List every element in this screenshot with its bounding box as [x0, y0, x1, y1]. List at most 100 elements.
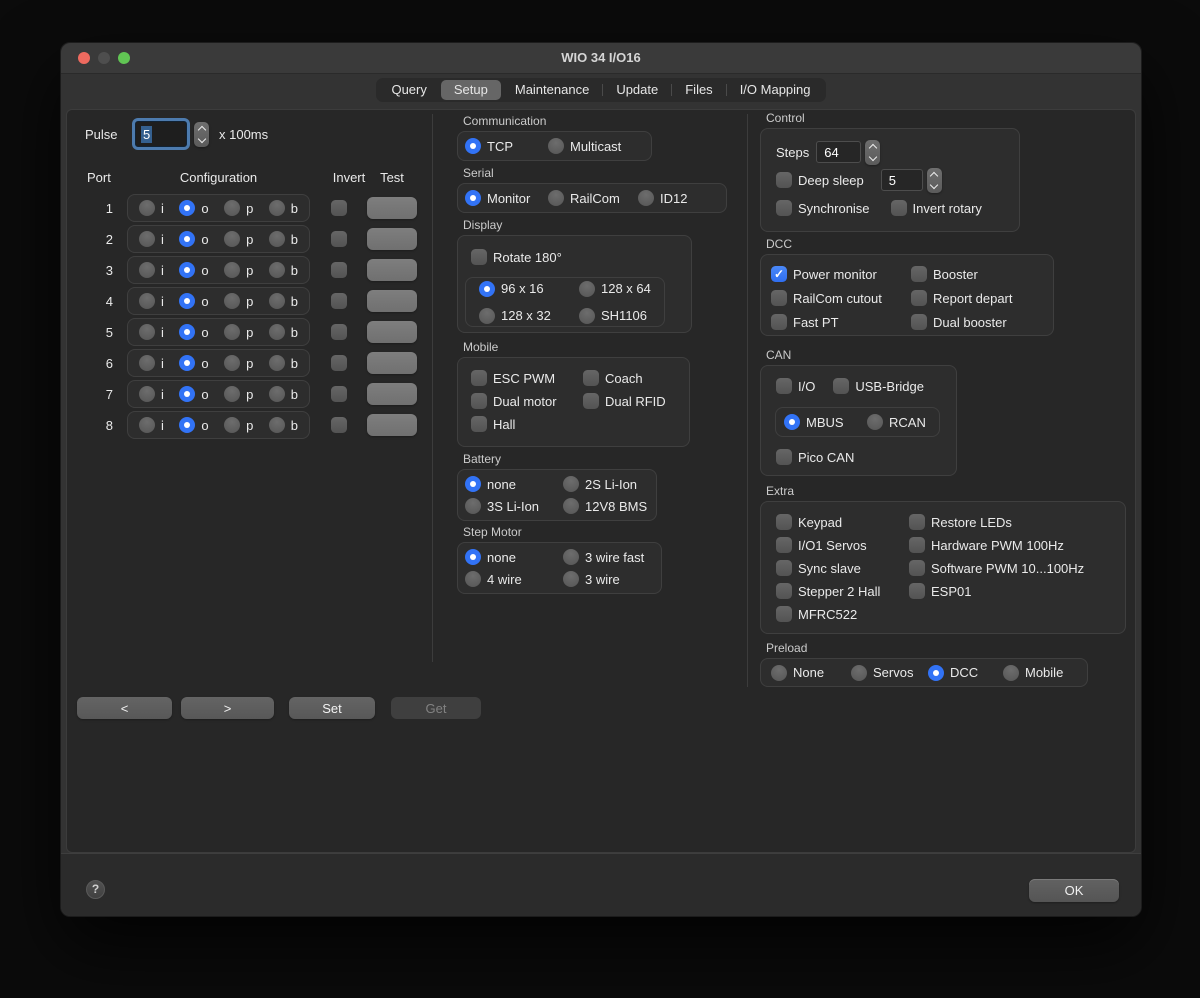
- checkbox-control[interactable]: [911, 290, 927, 306]
- radio-option-p[interactable]: p: [224, 293, 253, 309]
- radio-option-none[interactable]: None: [771, 665, 851, 681]
- checkbox-control[interactable]: [776, 560, 792, 576]
- test-button[interactable]: [367, 352, 417, 374]
- radio-option-p[interactable]: p: [224, 200, 253, 216]
- checkbox-control[interactable]: [776, 537, 792, 553]
- radio-option-sh1106[interactable]: SH1106: [579, 308, 664, 324]
- checkbox-option-synchronise[interactable]: Synchronise: [776, 200, 870, 216]
- radio-control[interactable]: [139, 386, 155, 402]
- checkbox-control[interactable]: [891, 200, 907, 216]
- radio-option-o[interactable]: o: [179, 417, 208, 433]
- checkbox-control[interactable]: [471, 249, 487, 265]
- radio-control[interactable]: [465, 571, 481, 587]
- radio-control[interactable]: [465, 498, 481, 514]
- radio-control[interactable]: [851, 665, 867, 681]
- radio-control[interactable]: [139, 293, 155, 309]
- checkbox-control[interactable]: [471, 370, 487, 386]
- checkbox-option-report-depart[interactable]: Report depart: [911, 290, 1053, 306]
- radio-control[interactable]: [269, 386, 285, 402]
- deep-sleep-input[interactable]: 5: [881, 169, 923, 191]
- radio-option-3-wire-fast[interactable]: 3 wire fast: [563, 549, 661, 565]
- radio-option-i[interactable]: i: [139, 417, 164, 433]
- checkbox-control[interactable]: [776, 449, 792, 465]
- test-button[interactable]: [367, 321, 417, 343]
- invert-checkbox[interactable]: [331, 262, 347, 278]
- checkbox-option-invert-rotary[interactable]: Invert rotary: [891, 200, 982, 216]
- radio-option-i[interactable]: i: [139, 231, 164, 247]
- radio-control[interactable]: [928, 665, 944, 681]
- radio-control[interactable]: [139, 231, 155, 247]
- radio-option-o[interactable]: o: [179, 386, 208, 402]
- radio-option-o[interactable]: o: [179, 200, 208, 216]
- tab-update[interactable]: Update: [603, 80, 671, 100]
- radio-control[interactable]: [771, 665, 787, 681]
- checkbox-option-dual-booster[interactable]: Dual booster: [911, 314, 1053, 330]
- radio-control[interactable]: [139, 262, 155, 278]
- radio-option-p[interactable]: p: [224, 324, 253, 340]
- radio-option-monitor[interactable]: Monitor: [465, 190, 548, 206]
- invert-checkbox[interactable]: [331, 200, 347, 216]
- checkbox-control[interactable]: [909, 537, 925, 553]
- checkbox-option-usb-bridge[interactable]: USB-Bridge: [833, 378, 924, 394]
- radio-option-o[interactable]: o: [179, 355, 208, 371]
- invert-checkbox[interactable]: [331, 324, 347, 340]
- checkbox-control[interactable]: [471, 393, 487, 409]
- radio-option-none[interactable]: none: [465, 476, 563, 492]
- radio-control[interactable]: [224, 231, 240, 247]
- pulse-input[interactable]: 5: [135, 121, 187, 147]
- help-button[interactable]: ?: [86, 880, 105, 899]
- radio-control[interactable]: [139, 417, 155, 433]
- radio-control[interactable]: [269, 293, 285, 309]
- radio-control[interactable]: [784, 414, 800, 430]
- checkbox-option-hall[interactable]: Hall: [471, 416, 583, 432]
- invert-checkbox[interactable]: [331, 293, 347, 309]
- checkbox-control[interactable]: [771, 314, 787, 330]
- radio-option-3s-li-ion[interactable]: 3S Li-Ion: [465, 498, 563, 514]
- radio-control[interactable]: [179, 417, 195, 433]
- checkbox-control[interactable]: [776, 172, 792, 188]
- radio-control[interactable]: [224, 293, 240, 309]
- radio-control[interactable]: [224, 417, 240, 433]
- radio-control[interactable]: [179, 324, 195, 340]
- radio-control[interactable]: [269, 231, 285, 247]
- steps-input[interactable]: 64: [816, 141, 861, 163]
- checkbox-control[interactable]: [583, 370, 599, 386]
- radio-option-dcc[interactable]: DCC: [928, 665, 1003, 681]
- checkbox-control[interactable]: [909, 583, 925, 599]
- checkbox-option-i-o[interactable]: I/O: [776, 378, 815, 394]
- checkbox-option-esp01[interactable]: ESP01: [909, 583, 1125, 599]
- radio-option-b[interactable]: b: [269, 386, 298, 402]
- radio-control[interactable]: [269, 262, 285, 278]
- test-button[interactable]: [367, 259, 417, 281]
- invert-checkbox[interactable]: [331, 417, 347, 433]
- checkbox-option-pico-can[interactable]: Pico CAN: [776, 449, 854, 465]
- checkbox-option-booster[interactable]: Booster: [911, 266, 1053, 282]
- radio-option-i[interactable]: i: [139, 200, 164, 216]
- radio-option-b[interactable]: b: [269, 262, 298, 278]
- tab-files[interactable]: Files: [672, 80, 725, 100]
- checkbox-option-stepper-2-hall[interactable]: Stepper 2 Hall: [776, 583, 909, 599]
- checkbox-option-i-o1-servos[interactable]: I/O1 Servos: [776, 537, 909, 553]
- radio-option-o[interactable]: o: [179, 262, 208, 278]
- checkbox-control[interactable]: [776, 583, 792, 599]
- checkbox-option-railcom-cutout[interactable]: RailCom cutout: [771, 290, 911, 306]
- radio-control[interactable]: [179, 262, 195, 278]
- radio-control[interactable]: [224, 355, 240, 371]
- ok-button[interactable]: OK: [1029, 879, 1119, 902]
- tab-query[interactable]: Query: [378, 80, 439, 100]
- radio-option-p[interactable]: p: [224, 417, 253, 433]
- radio-option-i[interactable]: i: [139, 293, 164, 309]
- radio-option-b[interactable]: b: [269, 417, 298, 433]
- checkbox-option-esc-pwm[interactable]: ESC PWM: [471, 370, 583, 386]
- radio-option-128-x-64[interactable]: 128 x 64: [579, 281, 664, 297]
- radio-option-servos[interactable]: Servos: [851, 665, 928, 681]
- radio-option-3-wire[interactable]: 3 wire: [563, 571, 661, 587]
- checkbox-option-power-monitor[interactable]: Power monitor: [771, 266, 911, 282]
- radio-option-none[interactable]: none: [465, 549, 563, 565]
- radio-option-multicast[interactable]: Multicast: [548, 138, 651, 154]
- checkbox-option-rotate-180[interactable]: Rotate 180°: [471, 249, 562, 265]
- radio-control[interactable]: [179, 355, 195, 371]
- steps-stepper[interactable]: [865, 140, 880, 165]
- tab-maintenance[interactable]: Maintenance: [502, 80, 602, 100]
- radio-option-tcp[interactable]: TCP: [465, 138, 548, 154]
